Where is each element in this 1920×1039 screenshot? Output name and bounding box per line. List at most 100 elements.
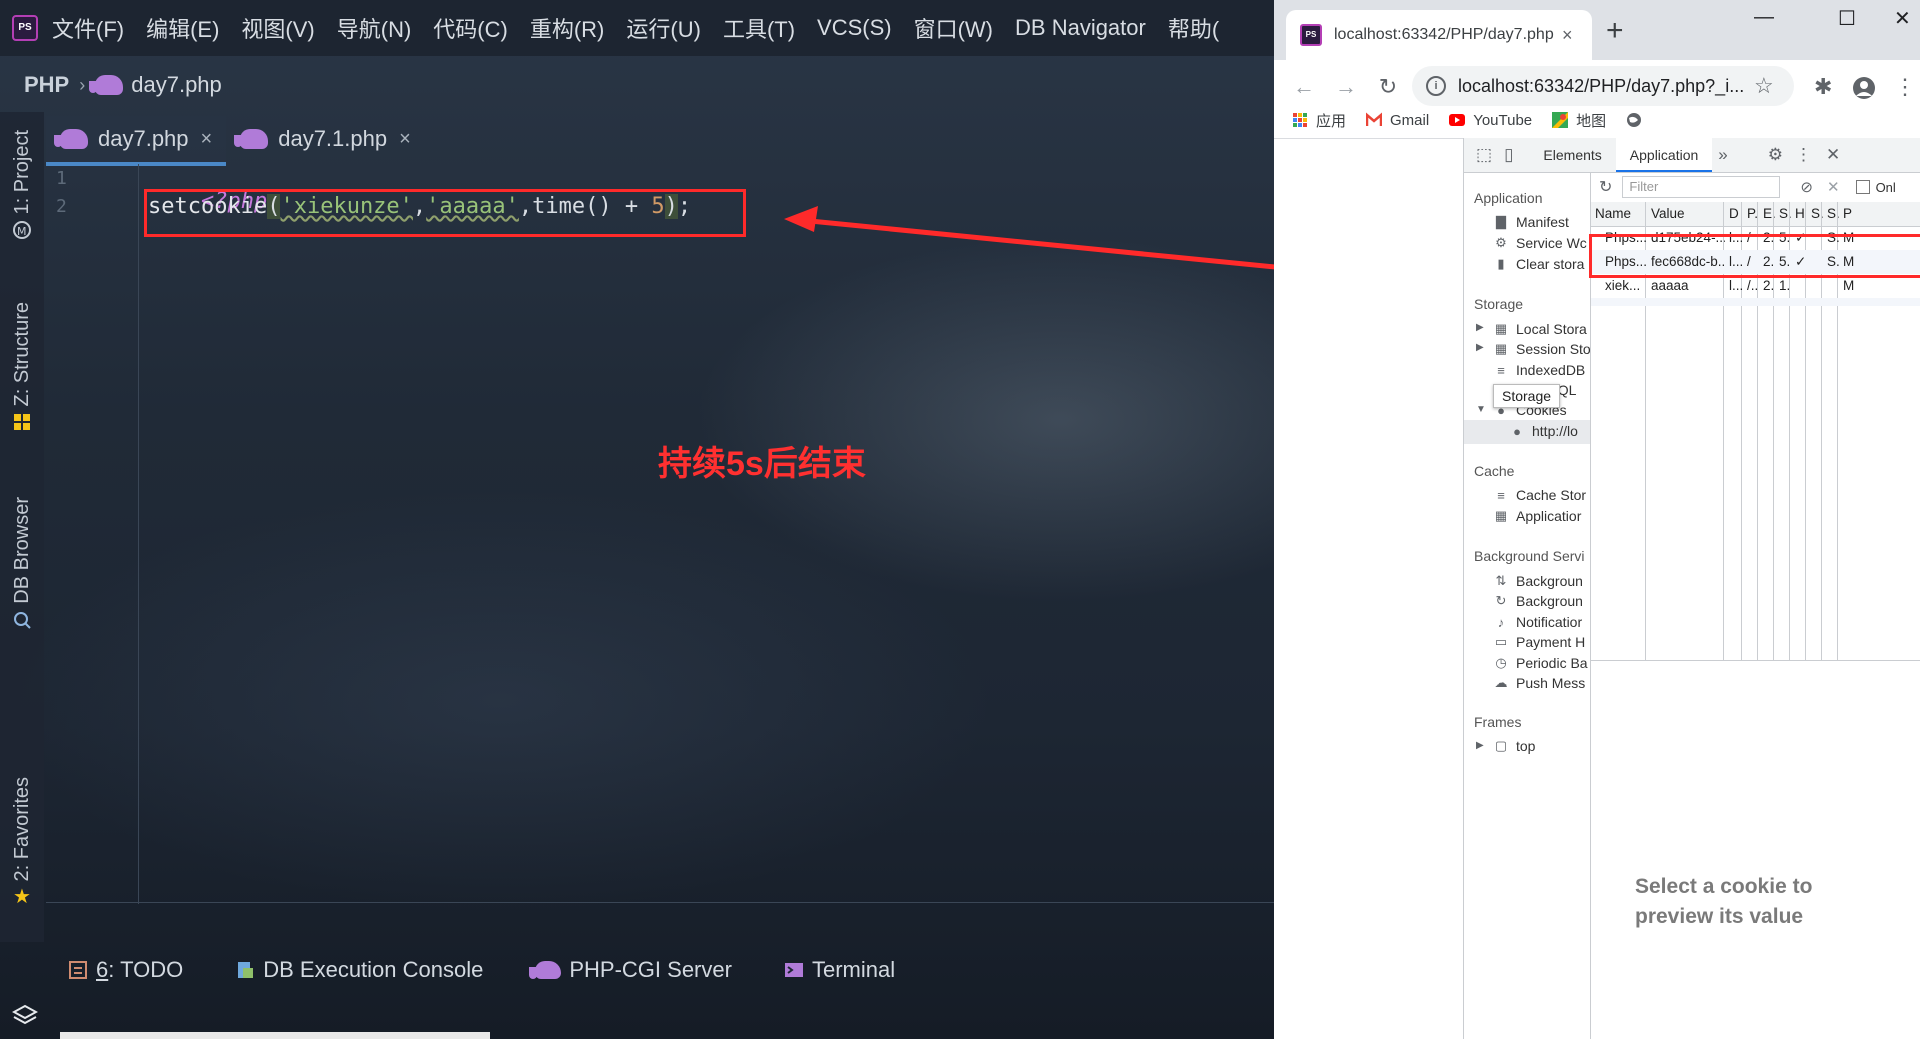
inspect-element-icon[interactable]: ⬚ xyxy=(1476,145,1492,165)
database-icon: ≡ xyxy=(1497,487,1505,503)
browser-tab-title: localhost:63342/PHP/day7.php xyxy=(1334,26,1554,43)
column-header-priority[interactable]: P xyxy=(1839,202,1855,226)
phpstorm-favicon-icon: PS xyxy=(1300,24,1322,46)
sidebar-item-service-workers[interactable]: ⚙ Service Wc xyxy=(1494,235,1587,251)
sidebar-item-background-fetch[interactable]: ⇅ Backgroun xyxy=(1494,573,1583,589)
tool-tab-structure[interactable]: Z: Structure xyxy=(4,302,40,432)
address-bar[interactable]: i localhost:63342/PHP/day7.php?_i... ☆ xyxy=(1412,66,1794,106)
devtools-tab-application[interactable]: Application xyxy=(1615,138,1713,172)
frame-icon: ▢ xyxy=(1494,738,1508,753)
refresh-icon[interactable]: ↻ xyxy=(1599,177,1612,197)
sidebar-item-notifications[interactable]: ♪ Notificatior xyxy=(1494,614,1582,630)
sidebar-item-manifest[interactable]: ▇ Manifest xyxy=(1494,214,1569,230)
bookmark-globe[interactable] xyxy=(1626,112,1650,128)
menu-tools[interactable]: 工具(T) xyxy=(723,12,795,44)
more-tabs-icon[interactable]: » xyxy=(1718,145,1727,165)
device-toggle-icon[interactable]: ▯ xyxy=(1504,145,1513,165)
sidebar-item-periodic-sync[interactable]: ◷ Periodic Ba xyxy=(1494,655,1587,671)
sidebar-section-cache: Cache xyxy=(1474,463,1515,479)
layers-icon[interactable] xyxy=(12,1003,38,1029)
window-close-button[interactable]: ✕ xyxy=(1894,6,1911,31)
tool-tab-db-browser[interactable]: DB Browser xyxy=(4,497,40,630)
profile-avatar-icon[interactable] xyxy=(1852,76,1876,100)
php-server-tool-button[interactable]: PHP-CGI Server xyxy=(529,957,732,983)
close-icon[interactable]: × xyxy=(399,128,411,151)
bookmark-youtube[interactable]: YouTube xyxy=(1449,112,1532,129)
sidebar-item-frame-top[interactable]: ▢ top xyxy=(1494,738,1536,754)
bookmark-maps[interactable]: 地图 xyxy=(1552,110,1606,131)
menu-navigate[interactable]: 导航(N) xyxy=(337,12,412,44)
column-header-name[interactable]: Name xyxy=(1591,202,1645,226)
close-icon[interactable]: ✕ xyxy=(1826,145,1840,165)
only-issues-checkbox[interactable] xyxy=(1855,180,1870,194)
sidebar-item-cache-storage[interactable]: ≡ Cache Stor xyxy=(1494,487,1586,503)
tab-day7[interactable]: day7.php × xyxy=(46,116,227,166)
sidebar-item-local-storage[interactable]: ▦ Local Stora xyxy=(1494,321,1587,337)
filter-input[interactable]: Filter xyxy=(1622,176,1781,198)
expand-arrow-icon[interactable]: ▶ xyxy=(1476,740,1484,751)
bookmark-apps[interactable]: 应用 xyxy=(1292,110,1346,131)
gear-icon[interactable]: ⚙ xyxy=(1768,145,1783,165)
sidebar-item-background-sync[interactable]: ↻ Backgroun xyxy=(1494,593,1583,609)
table-icon: ▦ xyxy=(1494,341,1508,356)
minimize-button[interactable]: — xyxy=(1754,6,1774,29)
menu-help[interactable]: 帮助( xyxy=(1168,12,1219,44)
clear-all-icon[interactable]: ⊘ xyxy=(1800,178,1813,196)
sidebar-item-label: Push Mess xyxy=(1516,675,1586,691)
sidebar-item-cookie-origin[interactable]: ● http://lo xyxy=(1510,423,1578,439)
menu-file[interactable]: 文件(F) xyxy=(52,12,124,44)
terminal-tool-button[interactable]: Terminal xyxy=(784,957,895,983)
tool-tab-favorites[interactable]: 2: Favorites ★ xyxy=(4,777,40,907)
extensions-puzzle-icon[interactable]: ✱ xyxy=(1814,74,1832,100)
sidebar-item-indexeddb[interactable]: ≡ IndexedDB xyxy=(1494,362,1585,378)
new-tab-button[interactable]: + xyxy=(1606,14,1624,48)
close-icon[interactable]: × xyxy=(1562,25,1573,46)
application-sidebar: Application ▇ Manifest ⚙ Service Wc ▮ Clear… xyxy=(1464,172,1591,1039)
breadcrumb-file[interactable]: day7.php xyxy=(131,72,222,98)
delete-selected-icon[interactable]: ✕ xyxy=(1827,178,1840,196)
maximize-button[interactable]: ☐ xyxy=(1838,6,1856,31)
bookmark-star-icon[interactable]: ☆ xyxy=(1754,73,1774,99)
table-row-empty xyxy=(1591,298,1920,306)
column-header-value[interactable]: Value xyxy=(1647,202,1725,226)
collapse-arrow-icon[interactable]: ▼ xyxy=(1476,404,1486,415)
breadcrumb-project[interactable]: PHP xyxy=(24,72,69,98)
expand-arrow-icon[interactable]: ▶ xyxy=(1476,322,1484,333)
menu-run[interactable]: 运行(U) xyxy=(626,12,701,44)
close-icon[interactable]: × xyxy=(201,128,213,151)
forward-button[interactable]: → xyxy=(1334,74,1358,100)
menu-edit[interactable]: 编辑(E) xyxy=(146,12,219,44)
sidebar-item-label: Payment H xyxy=(1516,634,1586,650)
sidebar-item-clear-storage[interactable]: ▮ Clear stora xyxy=(1494,256,1584,272)
bottom-tool-bar: 6: TODO DB Execution Console PHP-CGI Ser… xyxy=(0,945,1274,995)
sidebar-item-session-storage[interactable]: ▦ Session Sto xyxy=(1494,341,1590,357)
menu-window[interactable]: 窗口(W) xyxy=(914,12,993,44)
browser-tab[interactable]: PS localhost:63342/PHP/day7.php × xyxy=(1286,10,1592,60)
sidebar-item-application-cache[interactable]: ▦ Applicatior xyxy=(1494,508,1582,524)
back-button[interactable]: ← xyxy=(1292,74,1316,100)
tab-day7-1[interactable]: day7.1.php × xyxy=(226,116,425,162)
menu-vcs[interactable]: VCS(S) xyxy=(817,15,892,41)
bookmark-gmail[interactable]: Gmail xyxy=(1366,112,1429,129)
db-console-tool-button[interactable]: DB Execution Console xyxy=(235,957,483,983)
expand-arrow-icon[interactable]: ▶ xyxy=(1476,342,1484,353)
todo-tool-button[interactable]: 6: TODO xyxy=(68,957,183,983)
menu-db-navigator[interactable]: DB Navigator xyxy=(1015,15,1146,41)
menu-code[interactable]: 代码(C) xyxy=(433,12,508,44)
menu-view[interactable]: 视图(V) xyxy=(241,12,314,44)
reload-button[interactable]: ↻ xyxy=(1376,74,1400,100)
horizontal-scrollbar[interactable] xyxy=(60,1032,490,1039)
site-info-icon[interactable]: i xyxy=(1426,76,1446,96)
devtools-tab-elements[interactable]: Elements xyxy=(1529,138,1615,172)
sidebar-item-label: Backgroun xyxy=(1516,573,1583,589)
menu-refactor[interactable]: 重构(R) xyxy=(530,12,605,44)
kebab-menu-icon[interactable]: ⋮ xyxy=(1795,145,1812,165)
column-header-domain[interactable]: D xyxy=(1725,202,1741,226)
sidebar-item-payment-handler[interactable]: ▭ Payment H xyxy=(1494,634,1585,650)
kebab-menu-icon[interactable]: ⋮ xyxy=(1894,74,1916,100)
sidebar-item-push-messaging[interactable]: ☁ Push Mess xyxy=(1494,675,1586,691)
devtools-panel: ⬚ ▯ Elements Application » ⚙ ⋮ ✕ Applica… xyxy=(1463,138,1920,1039)
only-issues-label: Onl xyxy=(1875,179,1896,195)
tool-tab-project[interactable]: 1: Project M xyxy=(4,130,40,240)
tab-label: day7.1.php xyxy=(278,126,388,151)
